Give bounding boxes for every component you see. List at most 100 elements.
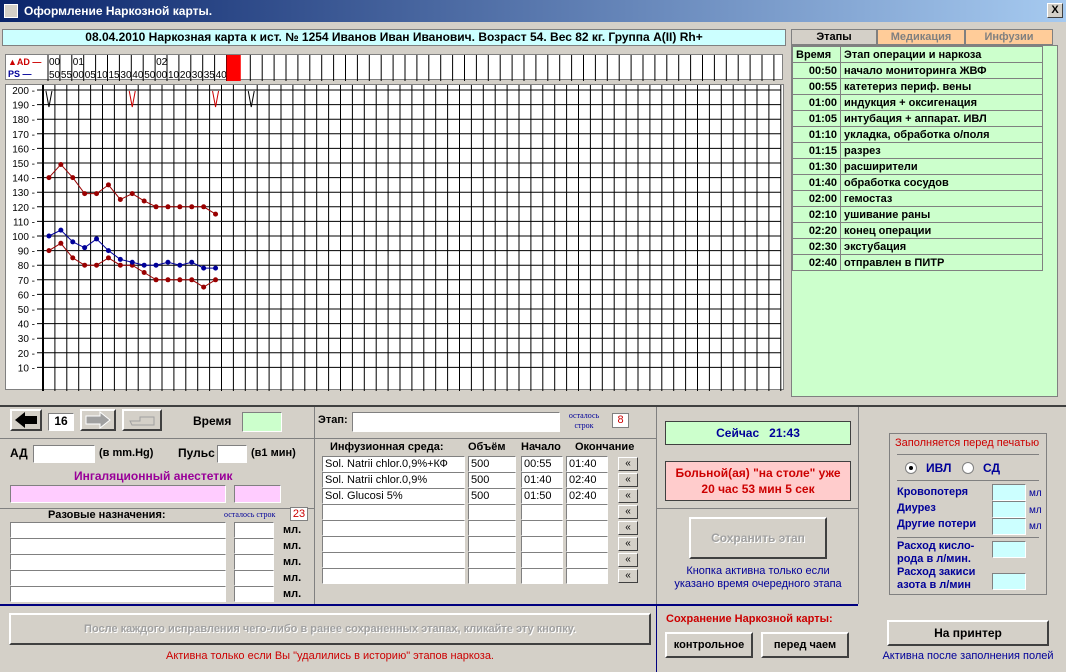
diuresis-unit: мл bbox=[1029, 505, 1042, 516]
infusion-start-input[interactable]: 00:55 bbox=[521, 456, 563, 472]
tab-stages[interactable]: Этапы bbox=[791, 29, 877, 45]
infusion-fill-button[interactable]: « bbox=[618, 473, 638, 487]
infusion-start-input[interactable]: 01:50 bbox=[521, 488, 563, 504]
time-minute-label: 40 bbox=[132, 70, 144, 81]
infusion-fill-button[interactable]: « bbox=[618, 537, 638, 551]
arrow-right-icon bbox=[85, 410, 111, 430]
now-label: Сейчас bbox=[716, 426, 760, 440]
save-stage-button[interactable]: Сохранить этап bbox=[689, 517, 827, 559]
stage-input[interactable] bbox=[352, 412, 560, 432]
infusion-volume-input[interactable]: 500 bbox=[468, 472, 516, 488]
infusion-volume-input[interactable] bbox=[468, 568, 516, 584]
stage-row[interactable]: 02:10 ушивание раны bbox=[792, 206, 1043, 223]
data-point bbox=[177, 204, 183, 210]
infusion-end-input[interactable] bbox=[566, 552, 608, 568]
close-button[interactable]: X bbox=[1047, 3, 1063, 18]
infusion-medium-input[interactable] bbox=[322, 504, 465, 520]
infusion-end-input[interactable] bbox=[566, 536, 608, 552]
diuresis-input[interactable] bbox=[992, 501, 1026, 518]
infusion-volume-input[interactable]: 500 bbox=[468, 456, 516, 472]
fix-history-button[interactable]: После каждого исправления чего-либо в ра… bbox=[9, 613, 651, 645]
stage-row[interactable]: 01:00 индукция + оксигенация bbox=[792, 94, 1043, 111]
single-item-input[interactable] bbox=[10, 554, 226, 570]
infusion-end-input[interactable]: 01:40 bbox=[566, 456, 608, 472]
tab-infusions[interactable]: Инфузии bbox=[965, 29, 1053, 45]
infusion-fill-button[interactable]: « bbox=[618, 457, 638, 471]
infusion-start-input[interactable] bbox=[521, 536, 563, 552]
infusion-end-input[interactable] bbox=[566, 504, 608, 520]
stage-row[interactable]: 01:40 обработка сосудов bbox=[792, 174, 1043, 191]
single-dose-input[interactable] bbox=[234, 586, 274, 602]
infusion-volume-input[interactable] bbox=[468, 504, 516, 520]
stage-row[interactable]: 02:40 отправлен в ПИТР bbox=[792, 254, 1043, 271]
pulse-input[interactable] bbox=[217, 445, 247, 463]
infusion-medium-input[interactable] bbox=[322, 552, 465, 568]
print-button[interactable]: На принтер bbox=[887, 620, 1049, 646]
time-label: Время bbox=[193, 414, 232, 428]
infusion-end-input[interactable] bbox=[566, 568, 608, 584]
infusion-start-input[interactable] bbox=[521, 504, 563, 520]
other-loss-input[interactable] bbox=[992, 518, 1026, 535]
stage-row[interactable]: 01:10 укладка, обработка о/поля bbox=[792, 126, 1043, 143]
infusion-volume-input[interactable] bbox=[468, 552, 516, 568]
infusion-medium-input[interactable]: Sol. Natrii chlor.0,9% bbox=[322, 472, 465, 488]
stage-row[interactable]: 02:20 конец операции bbox=[792, 222, 1043, 239]
ivl-radio[interactable] bbox=[905, 462, 917, 474]
time-hour-label: 02 bbox=[156, 57, 168, 68]
next-button[interactable] bbox=[80, 409, 116, 431]
ad-input[interactable] bbox=[33, 445, 95, 463]
single-item-input[interactable] bbox=[10, 538, 226, 554]
stage-row[interactable]: 01:30 расширители bbox=[792, 158, 1043, 175]
infusion-medium-input[interactable] bbox=[322, 520, 465, 536]
stage-row[interactable]: 02:00 гемостаз bbox=[792, 190, 1043, 207]
infusion-fill-button[interactable]: « bbox=[618, 521, 638, 535]
prev-button[interactable] bbox=[10, 409, 42, 431]
anesthetic-dose-input[interactable] bbox=[234, 485, 281, 503]
infusion-start-input[interactable]: 01:40 bbox=[521, 472, 563, 488]
single-unit-label: мл. bbox=[283, 524, 302, 536]
infusion-volume-input[interactable]: 500 bbox=[468, 488, 516, 504]
single-dose-input[interactable] bbox=[234, 538, 274, 554]
before-tea-save-button[interactable]: перед чаем bbox=[761, 632, 849, 658]
single-dose-input[interactable] bbox=[234, 522, 274, 538]
infusion-start-input[interactable] bbox=[521, 520, 563, 536]
infusion-fill-button[interactable]: « bbox=[618, 569, 638, 583]
hand-button[interactable] bbox=[122, 409, 162, 431]
o2-input[interactable] bbox=[992, 541, 1026, 558]
stage-row[interactable]: 02:30 экстубация bbox=[792, 238, 1043, 255]
infusion-end-input[interactable]: 02:40 bbox=[566, 488, 608, 504]
infusion-volume-input[interactable] bbox=[468, 536, 516, 552]
sd-radio[interactable] bbox=[962, 462, 974, 474]
infusion-end-input[interactable] bbox=[566, 520, 608, 536]
data-point bbox=[117, 262, 123, 268]
infusion-medium-input[interactable] bbox=[322, 568, 465, 584]
single-dose-input[interactable] bbox=[234, 554, 274, 570]
infusion-start-input[interactable] bbox=[521, 568, 563, 584]
infusion-volume-input[interactable] bbox=[468, 520, 516, 536]
infusion-fill-button[interactable]: « bbox=[618, 489, 638, 503]
single-item-input[interactable] bbox=[10, 586, 226, 602]
single-item-input[interactable] bbox=[10, 522, 226, 538]
time-input[interactable] bbox=[242, 412, 282, 432]
n2o-input[interactable] bbox=[992, 573, 1026, 590]
infusion-fill-button[interactable]: « bbox=[618, 505, 638, 519]
anesthetic-input[interactable] bbox=[10, 485, 226, 503]
control-save-button[interactable]: контрольное bbox=[665, 632, 753, 658]
stage-row[interactable]: 00:55 катетериз периф. вены bbox=[792, 78, 1043, 95]
data-point bbox=[105, 248, 111, 254]
infusion-medium-input[interactable] bbox=[322, 536, 465, 552]
single-item-input[interactable] bbox=[10, 570, 226, 586]
single-remaining-count: 23 bbox=[290, 507, 308, 521]
col-stage-header: Этап операции и наркоза bbox=[840, 46, 1043, 63]
infusion-start-input[interactable] bbox=[521, 552, 563, 568]
infusion-medium-input[interactable]: Sol. Glucosi 5% bbox=[322, 488, 465, 504]
infusion-medium-input[interactable]: Sol. Natrii chlor.0,9%+КФ bbox=[322, 456, 465, 472]
tab-medication[interactable]: Медикация bbox=[877, 29, 965, 45]
stage-row[interactable]: 01:15 разрез bbox=[792, 142, 1043, 159]
stage-row[interactable]: 01:05 интубация + аппарат. ИВЛ bbox=[792, 110, 1043, 127]
stage-row[interactable]: 00:50 начало мониторинга ЖВФ bbox=[792, 62, 1043, 79]
single-dose-input[interactable] bbox=[234, 570, 274, 586]
infusion-end-input[interactable]: 02:40 bbox=[566, 472, 608, 488]
infusion-fill-button[interactable]: « bbox=[618, 553, 638, 567]
blood-loss-input[interactable] bbox=[992, 484, 1026, 501]
